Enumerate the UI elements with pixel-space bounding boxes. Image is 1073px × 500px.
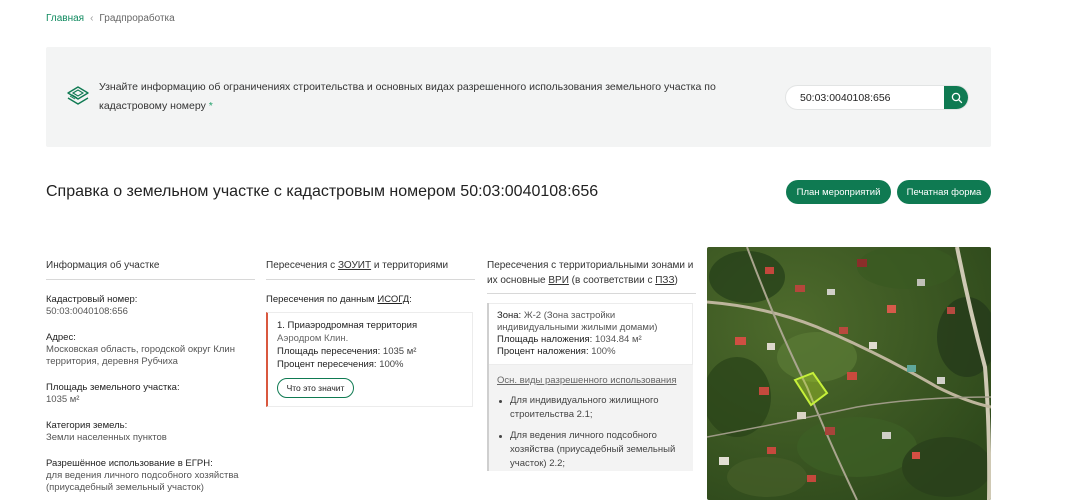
zouit-abbr[interactable]: ЗОУИТ: [338, 260, 371, 271]
intersection-area-label: Площадь пересечения:: [277, 346, 381, 357]
info-field-value: 1035 м²: [46, 394, 80, 405]
info-field-label: Категория земель:: [46, 420, 128, 431]
intersection-percent-value: 100%: [379, 359, 404, 370]
zones-heading: Пересечения с территориальными зонами и …: [487, 258, 696, 294]
list-item: Для индивидуального жилищного строительс…: [497, 394, 685, 422]
zone-area-label: Площадь наложения:: [497, 334, 593, 345]
breadcrumb-current: Градпроработка: [99, 13, 175, 24]
info-field-value: 50:03:0040108:656: [46, 306, 128, 317]
isogd-sub-post: :: [409, 294, 412, 305]
list-item: Для ведения личного подсобного хозяйства…: [497, 429, 685, 471]
required-mark: *: [208, 100, 213, 112]
zone-percent-value: 100%: [591, 346, 616, 357]
info-field-cadastral: Кадастровый номер: 50:03:0040108:656: [46, 294, 255, 318]
what-it-means-button[interactable]: Что это значит: [277, 378, 354, 398]
info-field-value: Земли населенных пунктов: [46, 432, 167, 443]
zone-percent-row: Процент наложения: 100%: [497, 346, 684, 358]
info-field-label: Адрес:: [46, 332, 76, 343]
print-form-button[interactable]: Печатная форма: [897, 180, 991, 204]
zouit-heading-post: и территориями: [371, 260, 449, 271]
search-icon: [951, 92, 962, 103]
pzz-abbr[interactable]: ПЗЗ: [655, 275, 674, 286]
breadcrumb: Главная ‹ Градпроработка: [46, 13, 175, 24]
zones-heading-post: ): [674, 275, 678, 286]
zone-row: Зона: Ж-2 (Зона застройки индивидуальным…: [497, 310, 684, 334]
plot-info-column: Информация об участке Кадастровый номер:…: [46, 258, 255, 494]
search-button[interactable]: [944, 86, 968, 109]
zones-heading-mid: (в соответствии с: [568, 275, 656, 286]
breadcrumb-home-link[interactable]: Главная: [46, 13, 84, 24]
info-field-address: Адрес: Московская область, городской окр…: [46, 332, 255, 368]
intersection-area-value: 1035 м²: [382, 346, 417, 357]
intersection-percent-label: Процент пересечения:: [277, 359, 377, 370]
isogd-subheading: Пересечения по данным ИСОГД:: [266, 294, 475, 305]
zone-summary: Зона: Ж-2 (Зона застройки индивидуальным…: [489, 303, 693, 365]
map-image: [707, 247, 991, 500]
plot-info-heading: Информация об участке: [46, 258, 255, 280]
zouit-column: Пересечения с ЗОУИТ и территориями Перес…: [266, 258, 475, 407]
zone-label: Зона:: [497, 310, 522, 321]
intersection-percent: Процент пересечения: 100%: [277, 358, 463, 371]
intersection-subtitle: Аэродром Клин.: [277, 333, 349, 344]
zone-area-value: 1034.84 м²: [594, 334, 642, 345]
zouit-heading: Пересечения с ЗОУИТ и территориями: [266, 258, 475, 280]
search-banner: Узнайте информацию об ограничениях строи…: [46, 47, 991, 147]
plan-button[interactable]: План мероприятий: [786, 180, 891, 204]
zones-column: Пересечения с территориальными зонами и …: [487, 258, 696, 478]
main-uses-link[interactable]: Осн. виды разрешенного использования: [489, 365, 693, 391]
zone-card: Зона: Ж-2 (Зона застройки индивидуальным…: [487, 303, 693, 471]
info-field-area: Площадь земельного участка: 1035 м²: [46, 382, 255, 406]
satellite-map[interactable]: [707, 247, 991, 500]
zouit-heading-pre: Пересечения с: [266, 260, 338, 271]
zone-area-row: Площадь наложения: 1034.84 м²: [497, 334, 684, 346]
chevron-left-icon: ‹: [90, 13, 94, 24]
info-field-label: Площадь земельного участка:: [46, 382, 180, 393]
zone-value: Ж-2 (Зона застройки индивидуальными жилы…: [497, 310, 658, 333]
banner-text: Узнайте информацию об ограничениях строи…: [99, 81, 716, 112]
intersection-title: 1. Приаэродромная территория: [277, 320, 418, 331]
page-title: Справка о земельном участке с кадастровы…: [46, 183, 599, 200]
intersection-card: 1. Приаэродромная территория Аэродром Кл…: [266, 312, 473, 407]
land-plot-icon: [67, 86, 89, 105]
cadastral-search: [785, 85, 969, 110]
isogd-sub-pre: Пересечения по данным: [266, 294, 378, 305]
zone-percent-label: Процент наложения:: [497, 346, 589, 357]
intersection-area: Площадь пересечения: 1035 м²: [277, 345, 463, 358]
info-field-permitted-use: Разрешённое использование в ЕГРН: для ве…: [46, 458, 255, 494]
info-field-value: для ведения личного подсобного хозяйства…: [46, 470, 239, 493]
cadastral-search-input[interactable]: [786, 86, 944, 109]
isogd-abbr[interactable]: ИСОГД: [377, 294, 409, 305]
info-field-category: Категория земель: Земли населенных пункт…: [46, 420, 255, 444]
info-field-label: Кадастровый номер:: [46, 294, 138, 305]
info-field-label: Разрешённое использование в ЕГРН:: [46, 458, 213, 469]
main-uses-list: Для индивидуального жилищного строительс…: [489, 391, 693, 471]
banner-description: Узнайте информацию об ограничениях строи…: [99, 78, 759, 116]
vri-abbr[interactable]: ВРИ: [548, 275, 569, 286]
info-field-value: Московская область, городской округ Клин…: [46, 344, 235, 367]
